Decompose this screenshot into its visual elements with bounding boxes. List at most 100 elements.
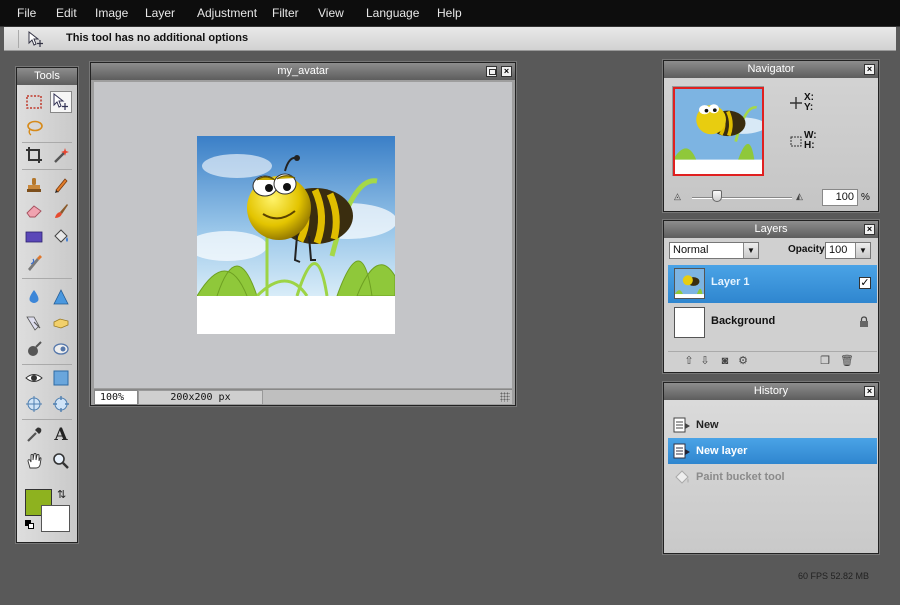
trash-icon[interactable]: 🗑 xyxy=(840,355,854,368)
move-layer-up-icon[interactable]: ⇧ xyxy=(682,355,696,368)
tools-panel: Tools A ⇅ xyxy=(16,67,78,543)
bee-illustration xyxy=(197,136,395,334)
pen-icon xyxy=(28,255,42,271)
bloat-icon xyxy=(26,396,42,412)
layers-close-button[interactable]: × xyxy=(864,224,875,235)
performance-stats: 60 FPS 52.82 MB xyxy=(798,571,870,581)
options-message: This tool has no additional options xyxy=(66,32,249,44)
stamp-tool[interactable] xyxy=(23,174,45,196)
layers-toolbar: ⇧ ⇩ ◙ ⚙ ❐ 🗑 xyxy=(668,351,877,369)
eyedropper-icon xyxy=(27,427,42,442)
avatar-image[interactable] xyxy=(197,136,395,334)
blur-tool[interactable] xyxy=(23,286,45,308)
marquee-select-tool[interactable] xyxy=(23,91,45,113)
reset-colors-icon[interactable] xyxy=(25,520,35,530)
brush-tool[interactable] xyxy=(50,200,72,222)
lock-icon xyxy=(860,316,868,327)
menu-edit[interactable]: Edit xyxy=(56,6,77,20)
zoom-slider[interactable] xyxy=(692,197,792,199)
type-tool[interactable]: A xyxy=(50,424,72,446)
zoom-icon xyxy=(53,453,69,469)
history-close-button[interactable]: × xyxy=(864,386,875,397)
hand-tool[interactable] xyxy=(23,450,45,472)
canvas-area[interactable] xyxy=(94,82,512,388)
lasso-icon xyxy=(27,120,43,136)
zoom-in-icon[interactable]: ◭ xyxy=(796,191,803,202)
history-step-icon xyxy=(673,417,690,433)
navigator-zoom-input[interactable]: 100 xyxy=(822,189,858,206)
clone-tool[interactable] xyxy=(50,367,72,389)
history-item[interactable]: New layer xyxy=(668,438,877,464)
colour-replace-tool[interactable] xyxy=(23,312,45,334)
menu-help[interactable]: Help xyxy=(437,6,462,20)
layer-thumbnail-image xyxy=(675,269,704,298)
new-layer-icon[interactable]: ❐ xyxy=(818,355,832,368)
menu-filter[interactable]: Filter xyxy=(272,6,299,20)
zoom-tool[interactable] xyxy=(50,450,72,472)
blend-mode-select[interactable]: Normal ▼ xyxy=(669,242,759,259)
pinch-tool[interactable] xyxy=(50,393,72,415)
navigator-title: Navigator xyxy=(664,61,878,78)
eyedropper-tool[interactable] xyxy=(23,424,45,446)
move-tool[interactable] xyxy=(50,91,72,113)
menu-language[interactable]: Language xyxy=(366,6,419,20)
menu-adjustment[interactable]: Adjustment xyxy=(197,6,257,20)
navigator-close-button[interactable]: × xyxy=(864,64,875,75)
magic-wand-icon xyxy=(54,148,69,163)
crop-icon xyxy=(26,147,42,163)
history-label: Paint bucket tool xyxy=(696,471,785,483)
resize-grip[interactable] xyxy=(500,392,510,402)
sharpen-tool[interactable] xyxy=(50,286,72,308)
crop-tool[interactable] xyxy=(23,144,45,166)
smudge-pen-tool[interactable] xyxy=(23,252,45,274)
move-layer-down-icon[interactable]: ⇩ xyxy=(698,355,712,368)
layer-visibility-checkbox[interactable]: ✓ xyxy=(859,277,871,289)
navigator-view-frame[interactable] xyxy=(673,87,764,176)
paint-bucket-tool[interactable] xyxy=(50,226,72,248)
maximize-button[interactable] xyxy=(486,66,497,77)
lasso-tool[interactable] xyxy=(23,117,45,139)
layer-row[interactable]: Background xyxy=(668,304,877,342)
eraser-tool[interactable] xyxy=(23,200,45,222)
selection-size-readout: W: H: xyxy=(790,131,817,151)
h-label: H: xyxy=(804,140,815,151)
blend-mode-value: Normal xyxy=(673,244,709,256)
swap-colors-icon[interactable]: ⇅ xyxy=(57,488,71,501)
bloat-tool[interactable] xyxy=(23,393,45,415)
tool-separator xyxy=(22,278,72,279)
layer-settings-icon[interactable]: ⚙ xyxy=(736,355,750,368)
burn-tool[interactable] xyxy=(23,338,45,360)
layer-mask-icon[interactable]: ◙ xyxy=(718,355,732,368)
history-label: New xyxy=(696,419,719,431)
magic-wand-tool[interactable] xyxy=(50,144,72,166)
opacity-input[interactable]: 100 ▼ xyxy=(825,242,871,259)
pencil-tool[interactable] xyxy=(50,174,72,196)
menu-view[interactable]: View xyxy=(318,6,344,20)
close-button[interactable]: × xyxy=(501,66,512,77)
type-icon: A xyxy=(54,425,68,445)
zoom-percent-label: % xyxy=(861,192,870,203)
move-tool-icon xyxy=(26,30,46,48)
zoom-level-input[interactable]: 100% xyxy=(94,390,138,405)
dodge-tool[interactable] xyxy=(50,338,72,360)
layer-row[interactable]: Layer 1 ✓ xyxy=(668,265,877,303)
layer-name: Layer 1 xyxy=(711,276,750,288)
history-item[interactable]: New xyxy=(668,412,877,438)
menu-image[interactable]: Image xyxy=(95,6,128,20)
layer-thumbnail xyxy=(674,268,705,299)
menu-file[interactable]: File xyxy=(17,6,36,20)
zoom-out-icon[interactable]: ◬ xyxy=(674,191,681,202)
menu-layer[interactable]: Layer xyxy=(145,6,175,20)
history-item[interactable]: Paint bucket tool xyxy=(668,464,877,490)
square-icon xyxy=(53,370,69,386)
rectangle-tool[interactable] xyxy=(23,226,45,248)
zoom-slider-knob[interactable] xyxy=(712,190,722,202)
sponge-tool[interactable] xyxy=(50,312,72,334)
red-eye-tool[interactable] xyxy=(23,367,45,389)
hand-icon xyxy=(27,453,42,469)
background-color-swatch[interactable] xyxy=(41,505,70,532)
tool-separator xyxy=(22,419,72,420)
layer-thumbnail xyxy=(674,307,705,338)
tool-options-bar: This tool has no additional options xyxy=(4,27,896,51)
pinch-icon xyxy=(53,396,69,412)
